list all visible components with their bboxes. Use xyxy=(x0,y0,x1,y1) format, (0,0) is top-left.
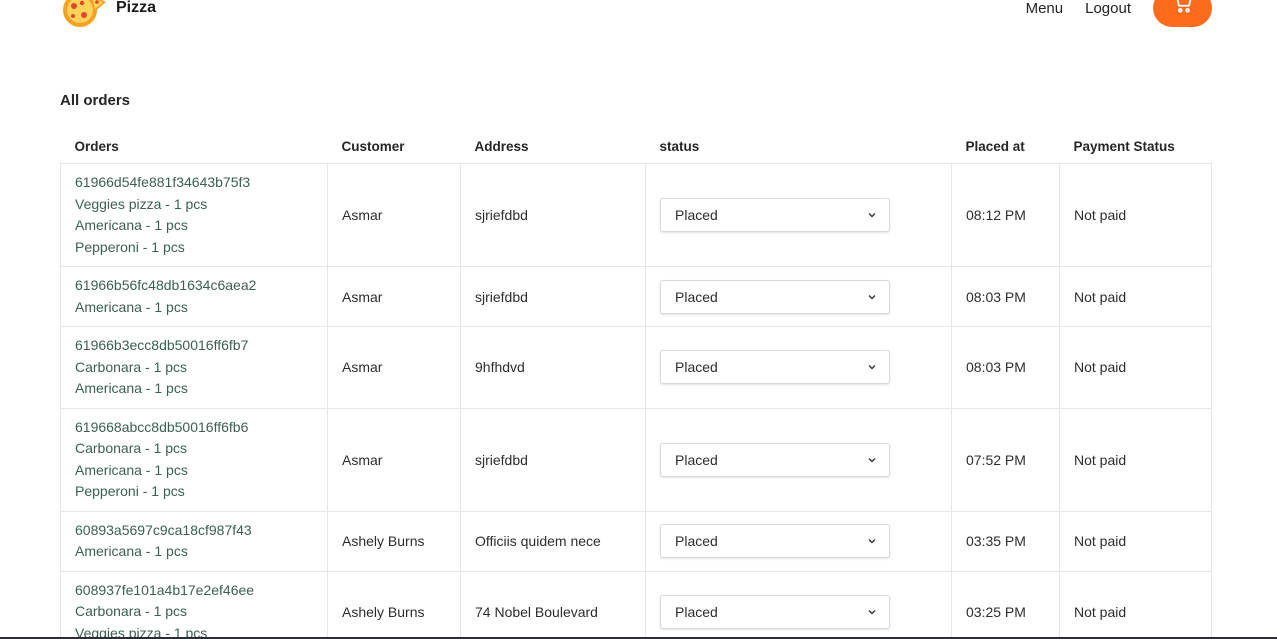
order-item: Veggies pizza - 1 pcs xyxy=(75,195,208,212)
orders-body: 61966d54fe881f34643b75f3 Veggies pizza - … xyxy=(60,163,1212,639)
order-cell: 619668abcc8db50016ff6fb6 Carbonara - 1 pc… xyxy=(60,407,328,512)
placed-at-cell: 03:35 PM xyxy=(951,510,1060,572)
order-cell: 61966b56fc48db1634c6aea2 Americana - 1 pc… xyxy=(60,266,328,327)
status-cell: Placed xyxy=(645,570,952,639)
status-select-value: Placed xyxy=(675,603,718,620)
chevron-down-icon xyxy=(868,365,876,370)
header-customer: Customer xyxy=(327,130,461,164)
payment-status-cell: Not paid xyxy=(1059,266,1212,327)
status-cell: Placed xyxy=(645,407,952,512)
order-id[interactable]: 61966b3ecc8db50016ff6fb7 xyxy=(75,335,313,357)
status-select[interactable]: Placed xyxy=(660,279,890,314)
order-item: Americana - 1 pcs xyxy=(75,543,188,559)
cart-icon xyxy=(1176,0,1191,13)
table-row: 61966b3ecc8db50016ff6fb7 Carbonara - 1 pc… xyxy=(60,326,1212,409)
order-id[interactable]: 608937fe101a4b17e2ef46ee xyxy=(75,580,313,602)
navbar: Pizza Menu Logout xyxy=(60,0,1212,28)
chevron-down-icon xyxy=(868,213,876,218)
placed-at-cell: 03:25 PM xyxy=(951,570,1060,639)
payment-status-cell: Not paid xyxy=(1059,407,1212,512)
table-row: 61966b56fc48db1634c6aea2 Americana - 1 pc… xyxy=(60,266,1212,327)
status-select-value: Placed xyxy=(675,207,718,223)
order-cell: 61966d54fe881f34643b75f3 Veggies pizza - … xyxy=(60,163,328,267)
order-id[interactable]: 61966b56fc48db1634c6aea2 xyxy=(75,275,313,297)
payment-status-cell: Not paid xyxy=(1059,163,1212,267)
status-select[interactable]: Placed xyxy=(660,442,890,477)
table-row: 619668abcc8db50016ff6fb6 Carbonara - 1 pc… xyxy=(60,407,1212,512)
menu-link[interactable]: Menu xyxy=(1026,0,1064,17)
placed-at-cell: 08:03 PM xyxy=(951,326,1060,409)
address-cell: 74 Nobel Boulevard xyxy=(460,570,646,639)
payment-status-cell: Not paid xyxy=(1059,510,1212,572)
payment-status-cell: Not paid xyxy=(1059,326,1212,409)
address-cell: 9hfhdvd xyxy=(460,326,646,409)
status-select-value: Placed xyxy=(675,533,718,549)
chevron-down-icon xyxy=(868,609,876,615)
chevron-down-icon xyxy=(868,457,876,462)
customer-cell: Ashely Burns xyxy=(327,510,461,572)
table-row: 60893a5697c9ca18cf987f43 Americana - 1 pc… xyxy=(60,510,1212,572)
orders-table: Orders Customer Address status Placed at… xyxy=(60,130,1212,639)
table-header-row: Orders Customer Address status Placed at… xyxy=(60,130,1212,164)
customer-cell: Ashely Burns xyxy=(327,570,461,639)
placed-at-cell: 08:03 PM xyxy=(951,266,1060,327)
order-item: Pepperoni - 1 pcs xyxy=(75,483,185,499)
status-select-value: Placed xyxy=(675,288,718,305)
status-select[interactable]: Placed xyxy=(660,524,890,558)
brand-name: Pizza xyxy=(116,0,157,16)
page: Pizza Menu Logout All orders Orders Cust… xyxy=(0,0,1277,639)
address-cell: Officiis quidem nece xyxy=(460,510,646,572)
header-address: Address xyxy=(460,130,646,164)
status-select-value: Placed xyxy=(675,451,718,468)
placed-at-cell: 07:52 PM xyxy=(951,407,1060,512)
status-cell: Placed xyxy=(645,510,952,572)
order-item: Pepperoni - 1 pcs xyxy=(75,238,185,255)
status-select[interactable]: Placed xyxy=(660,350,890,385)
order-item: Americana - 1 pcs xyxy=(75,380,188,396)
order-cell: 60893a5697c9ca18cf987f43 Americana - 1 pc… xyxy=(60,510,328,572)
header-orders: Orders xyxy=(60,130,328,164)
customer-cell: Asmar xyxy=(327,407,461,512)
order-item: Carbonara - 1 pcs xyxy=(75,440,188,456)
nav-links: Menu Logout xyxy=(1004,0,1212,27)
address-cell: sjriefdbd xyxy=(460,407,646,512)
order-id[interactable]: 60893a5697c9ca18cf987f43 xyxy=(75,520,313,542)
order-cell: 608937fe101a4b17e2ef46ee Carbonara - 1 pc… xyxy=(60,570,328,639)
address-cell: sjriefdbd xyxy=(460,163,646,267)
order-id[interactable]: 619668abcc8db50016ff6fb6 xyxy=(75,417,313,439)
status-select[interactable]: Placed xyxy=(660,594,890,629)
order-item: Americana - 1 pcs xyxy=(75,217,188,233)
order-id[interactable]: 61966d54fe881f34643b75f3 xyxy=(75,172,313,194)
customer-cell: Asmar xyxy=(327,326,461,409)
table-row: 608937fe101a4b17e2ef46ee Carbonara - 1 pc… xyxy=(60,570,1212,639)
header-payment-status: Payment Status xyxy=(1059,130,1212,164)
chevron-down-icon xyxy=(868,294,876,299)
status-cell: Placed xyxy=(645,266,952,327)
cart-button[interactable] xyxy=(1153,0,1212,27)
placed-at-cell: 08:12 PM xyxy=(951,163,1060,267)
brand[interactable]: Pizza xyxy=(60,0,156,28)
status-cell: Placed xyxy=(645,163,952,267)
payment-status-cell: Not paid xyxy=(1059,570,1212,639)
status-select[interactable]: Placed xyxy=(660,198,890,232)
header-placed-at: Placed at xyxy=(951,130,1060,164)
order-cell: 61966b3ecc8db50016ff6fb7 Carbonara - 1 pc… xyxy=(60,326,328,409)
address-cell: sjriefdbd xyxy=(460,266,646,327)
page-title: All orders xyxy=(60,92,131,109)
chevron-down-icon xyxy=(868,539,876,544)
pizza-logo-icon xyxy=(63,0,106,27)
order-item: Americana - 1 pcs xyxy=(75,461,188,478)
status-select-value: Placed xyxy=(675,359,718,376)
order-item: Carbonara - 1 pcs xyxy=(75,358,188,375)
table-row: 61966d54fe881f34643b75f3 Veggies pizza - … xyxy=(60,163,1212,267)
order-item: Americana - 1 pcs xyxy=(75,298,188,315)
logout-link[interactable]: Logout xyxy=(1085,0,1131,17)
order-item: Carbonara - 1 pcs xyxy=(75,603,188,619)
customer-cell: Asmar xyxy=(327,163,461,267)
status-cell: Placed xyxy=(645,326,952,409)
header-status: status xyxy=(645,130,952,164)
customer-cell: Asmar xyxy=(327,266,461,327)
